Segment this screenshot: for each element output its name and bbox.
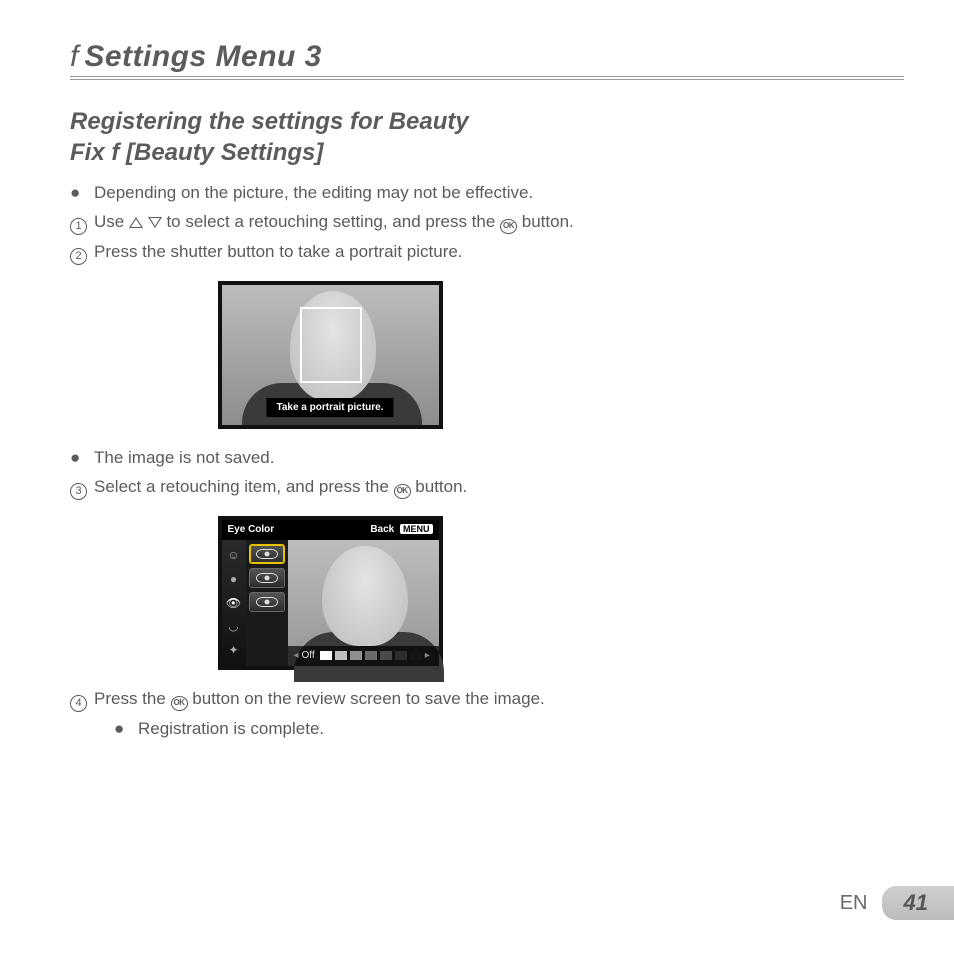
heading-line2a: Fix xyxy=(70,139,111,166)
ok-button-icon: OK xyxy=(394,484,411,499)
step4-a: Press the xyxy=(94,689,171,708)
step-3: 3 Select a retouching item, and press th… xyxy=(70,476,590,500)
note-bullet: ● The image is not saved. xyxy=(70,447,590,470)
fig2-back: Back xyxy=(370,524,394,535)
heading-line2b: [Beauty Settings] xyxy=(119,139,323,166)
step1-b: to select a retouching setting, and pres… xyxy=(166,212,500,231)
ok-button-icon: OK xyxy=(500,219,517,234)
sparkle-icon: ✦ xyxy=(226,642,242,658)
step-number-icon: 1 xyxy=(70,218,87,235)
swatch xyxy=(335,651,347,660)
swatch xyxy=(410,651,422,660)
figure-portrait: Take a portrait picture. xyxy=(218,281,443,429)
ok-button-icon: OK xyxy=(171,696,188,711)
step3-a: Select a retouching item, and press the xyxy=(94,477,394,496)
triangle-down-icon xyxy=(148,217,162,228)
face-icon: ● xyxy=(226,571,242,587)
menu-badge-icon: MENU xyxy=(400,524,433,534)
note-text: The image is not saved. xyxy=(94,447,590,470)
language-label: EN xyxy=(840,892,868,915)
note-bullet: ● Depending on the picture, the editing … xyxy=(70,182,590,205)
arrow-left-icon: ◂ xyxy=(294,649,299,663)
step-number-icon: 2 xyxy=(70,248,87,265)
step1-a: Use xyxy=(94,212,129,231)
step4-b: button on the review screen to save the … xyxy=(192,689,544,708)
step-number-icon: 4 xyxy=(70,695,87,712)
eye-option xyxy=(249,568,285,588)
beauty-category-sidebar: ☺ ● 👁 ◡ ✦ xyxy=(222,540,246,666)
lips-icon: ◡ xyxy=(226,618,242,634)
step1-c: button. xyxy=(522,212,574,231)
fig2-title: Eye Color xyxy=(228,523,275,537)
eye-option xyxy=(249,592,285,612)
note-bullet: ● Registration is complete. xyxy=(114,718,590,741)
heading-line1: Registering the settings for Beauty xyxy=(70,108,469,135)
wrench-icon: f xyxy=(70,40,78,74)
step2-text: Press the shutter button to take a portr… xyxy=(94,241,590,265)
swatch xyxy=(395,651,407,660)
palette-off-label: Off xyxy=(302,649,315,663)
face-detect-box-icon xyxy=(300,307,362,383)
color-palette: ◂ Off ▸ xyxy=(288,646,439,666)
eye-option-list xyxy=(246,540,288,666)
swatch xyxy=(365,651,377,660)
section-heading: Registering the settings for Beauty Fix … xyxy=(70,106,540,168)
triangle-up-icon xyxy=(129,217,143,228)
page-footer: EN 41 xyxy=(840,886,954,920)
step3-b: button. xyxy=(415,477,467,496)
swatch xyxy=(380,651,392,660)
skin-icon: ☺ xyxy=(226,548,242,564)
swatch xyxy=(320,651,332,660)
eye-icon: 👁 xyxy=(226,595,242,611)
step-2: 2 Press the shutter button to take a por… xyxy=(70,241,590,265)
step-number-icon: 3 xyxy=(70,483,87,500)
step-4: 4 Press the OK button on the review scre… xyxy=(70,688,590,712)
note-text: Depending on the picture, the editing ma… xyxy=(94,182,590,205)
page-header: f Settings Menu 3 xyxy=(70,40,904,80)
header-title: Settings Menu 3 xyxy=(84,40,322,74)
page-number: 41 xyxy=(904,890,928,915)
step-1: 1 Use to select a retouching setting, an… xyxy=(70,211,590,235)
preview-pane: ◂ Off ▸ xyxy=(288,540,439,666)
arrow-right-icon: ▸ xyxy=(425,649,430,663)
eye-option xyxy=(249,544,285,564)
figure-eye-color: Eye Color Back MENU ☺ ● 👁 ◡ ✦ xyxy=(218,516,443,670)
note-text: Registration is complete. xyxy=(138,718,590,741)
swatch xyxy=(350,651,362,660)
figure1-caption: Take a portrait picture. xyxy=(266,398,393,418)
